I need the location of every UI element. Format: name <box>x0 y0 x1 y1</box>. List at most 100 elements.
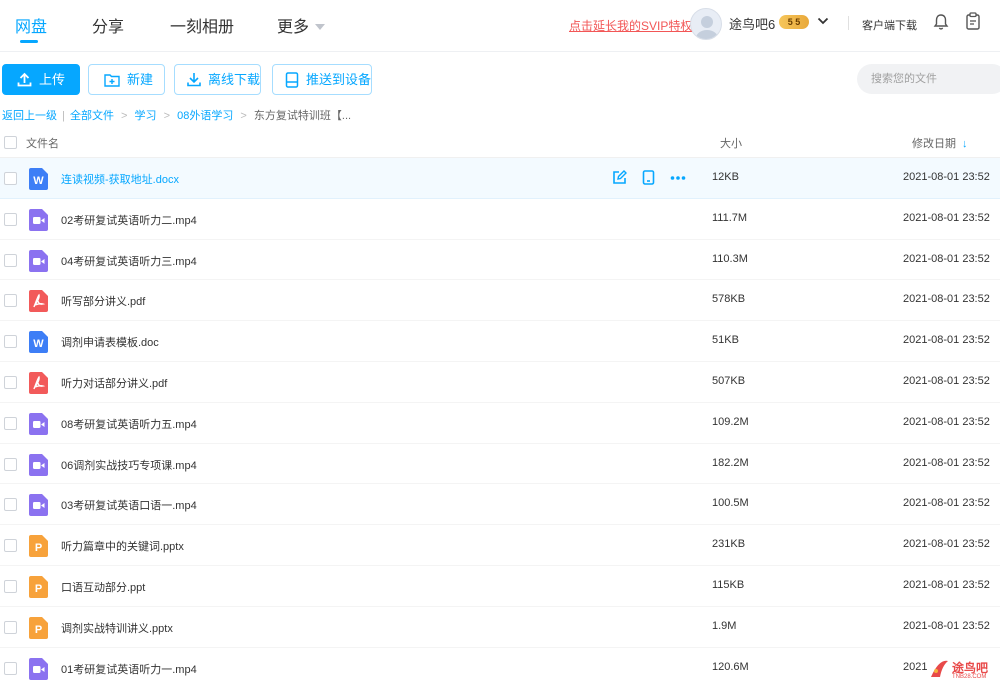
edit-icon[interactable] <box>612 170 627 188</box>
file-name[interactable]: 听力对话部分讲义.pdf <box>61 375 167 391</box>
breadcrumb-separator: | <box>62 110 65 122</box>
bell-icon[interactable] <box>933 13 949 34</box>
table-row[interactable]: 听力对话部分讲义.pdf 507KB 2021-08-01 23:52 <box>0 362 1000 403</box>
file-name[interactable]: 03考研复试英语口语一.mp4 <box>61 497 197 513</box>
breadcrumb-study[interactable]: 学习 <box>135 110 157 122</box>
client-download-link[interactable]: 客户端下载 <box>862 17 917 33</box>
user-menu-chevron-icon[interactable] <box>817 15 829 30</box>
table-row[interactable]: 04考研复试英语听力三.mp4 110.3M 2021-08-01 23:52 <box>0 240 1000 281</box>
video-file-icon <box>29 412 48 435</box>
file-modified-date: 2021-08-01 23:52 <box>903 578 990 591</box>
tab-more-label: 更多 <box>277 19 310 36</box>
table-header: 文件名 大小 修改日期 ↓ <box>0 126 1000 158</box>
row-checkbox[interactable] <box>4 212 17 226</box>
file-size: 12KB <box>712 171 739 183</box>
column-header-name: 文件名 <box>26 138 59 150</box>
offline-download-button[interactable]: 离线下载 <box>174 64 261 95</box>
pdf-file-icon <box>29 371 48 394</box>
file-modified-date: 2021-08-01 23:52 <box>903 374 990 387</box>
table-row[interactable]: W 连读视频-获取地址.docx 12KB 2021-08-01 23:52 <box>0 158 1000 199</box>
file-name[interactable]: 听写部分讲义.pdf <box>61 293 145 309</box>
tab-more[interactable]: 更多 <box>277 13 326 37</box>
table-row[interactable]: P 调剂实战特训讲义.pptx 1.9M 2021-08-01 23:52 <box>0 607 1000 648</box>
file-name[interactable]: 01考研复试英语听力一.mp4 <box>61 661 197 677</box>
file-name[interactable]: 连读视频-获取地址.docx <box>61 171 179 187</box>
row-checkbox[interactable] <box>4 661 17 675</box>
vip-level-badge: 5 5 <box>779 15 809 29</box>
file-name[interactable]: 调剂申请表模板.doc <box>61 334 159 350</box>
table-row[interactable]: W 调剂申请表模板.doc 51KB 2021-08-01 23:52 <box>0 321 1000 362</box>
avatar[interactable] <box>690 8 722 40</box>
file-modified-date: 2021-08-01 23:52 <box>903 497 990 510</box>
table-row[interactable]: 08考研复试英语听力五.mp4 109.2M 2021-08-01 23:52 <box>0 403 1000 444</box>
pdf-file-icon <box>29 290 48 313</box>
video-file-icon <box>29 249 48 272</box>
row-checkbox[interactable] <box>4 579 17 593</box>
push-to-device-icon[interactable] <box>642 170 655 188</box>
search-input[interactable] <box>857 64 1000 94</box>
file-name[interactable]: 调剂实战特训讲义.pptx <box>61 620 173 636</box>
file-modified-date: 2021-08-01 23:52 <box>903 211 990 224</box>
row-checkbox[interactable] <box>4 620 17 634</box>
tab-share[interactable]: 分享 <box>92 13 124 37</box>
svg-text:P: P <box>35 624 42 636</box>
new-button[interactable]: 新建 <box>88 64 165 95</box>
table-row[interactable]: 03考研复试英语口语一.mp4 100.5M 2021-08-01 23:52 <box>0 484 1000 526</box>
file-modified-date: 2021-08-01 23:52 <box>903 415 990 428</box>
select-all-checkbox[interactable] <box>4 136 17 149</box>
file-size: 110.3M <box>712 252 748 265</box>
row-checkbox[interactable] <box>4 172 17 185</box>
table-row[interactable]: 听写部分讲义.pdf 578KB 2021-08-01 23:52 <box>0 280 1000 322</box>
svg-text:W: W <box>33 338 44 350</box>
row-checkbox[interactable] <box>4 416 17 430</box>
file-name[interactable]: 02考研复试英语听力二.mp4 <box>61 212 197 228</box>
row-checkbox[interactable] <box>4 294 17 308</box>
table-row[interactable]: 06调剂实战技巧专项课.mp4 182.2M 2021-08-01 23:52 <box>0 444 1000 485</box>
upload-label: 上传 <box>39 72 66 87</box>
more-options-icon[interactable] <box>670 170 686 188</box>
back-link[interactable]: 返回上一级 <box>2 110 57 122</box>
file-modified-date: 2021-08-01 23:52 <box>903 456 990 469</box>
table-row[interactable]: 02考研复试英语听力二.mp4 111.7M 2021-08-01 23:52 <box>0 199 1000 240</box>
tab-album[interactable]: 一刻相册 <box>170 13 234 37</box>
file-size: 507KB <box>712 374 746 387</box>
table-row[interactable]: P 口语互动部分.ppt 115KB 2021-08-01 23:52 <box>0 566 1000 607</box>
clipboard-icon[interactable] <box>965 12 981 33</box>
tab-netdisk[interactable]: 网盘 <box>15 13 47 37</box>
push-device-button[interactable]: 推送到设备 <box>272 64 372 95</box>
file-name[interactable]: 06调剂实战技巧专项课.mp4 <box>61 457 197 473</box>
watermark: 途鸟吧 TNB28.COM <box>928 657 998 684</box>
video-file-icon <box>29 494 48 517</box>
row-checkbox[interactable] <box>4 498 17 512</box>
file-size: 231KB <box>712 538 746 551</box>
row-checkbox[interactable] <box>4 253 17 267</box>
row-checkbox[interactable] <box>4 335 17 349</box>
table-row[interactable]: P 听力篇章中的关键词.pptx 231KB 2021-08-01 23:52 <box>0 525 1000 566</box>
row-checkbox[interactable] <box>4 375 17 389</box>
username[interactable]: 途鸟吧6 <box>729 14 775 33</box>
offline-download-label: 离线下载 <box>208 72 261 87</box>
row-checkbox[interactable] <box>4 539 17 553</box>
svip-renew-link[interactable]: 点击延长我的SVIP特权 <box>569 17 692 34</box>
watermark-sub: TNB28.COM <box>952 674 987 680</box>
file-name[interactable]: 口语互动部分.ppt <box>61 579 145 595</box>
breadcrumb-chevron: > <box>121 110 128 122</box>
row-actions <box>612 170 686 188</box>
file-name[interactable]: 听力篇章中的关键词.pptx <box>61 538 184 554</box>
column-header-date[interactable]: 修改日期 ↓ <box>912 135 968 151</box>
ppt-file-icon: P <box>29 616 48 639</box>
watermark-logo-icon <box>931 660 948 677</box>
file-modified-date: 2021-08-01 23:52 <box>903 171 990 183</box>
device-icon <box>285 71 299 88</box>
svg-text:W: W <box>33 175 44 187</box>
upload-button[interactable]: 上传 <box>2 64 80 95</box>
file-name[interactable]: 08考研复试英语听力五.mp4 <box>61 416 197 432</box>
breadcrumb-all-files[interactable]: 全部文件 <box>70 110 114 122</box>
file-list: W 连读视频-获取地址.docx 12KB 2021-08-01 23:52 02考研复… <box>0 158 1000 686</box>
file-size: 182.2M <box>712 456 749 469</box>
row-checkbox[interactable] <box>4 457 17 471</box>
file-modified-date: 2021-08-01 23:52 <box>903 538 990 551</box>
breadcrumb-foreign-language[interactable]: 08外语学习 <box>177 110 233 122</box>
file-name[interactable]: 04考研复试英语听力三.mp4 <box>61 253 197 269</box>
table-row[interactable]: 01考研复试英语听力一.mp4 120.6M 2021 <box>0 648 1000 686</box>
